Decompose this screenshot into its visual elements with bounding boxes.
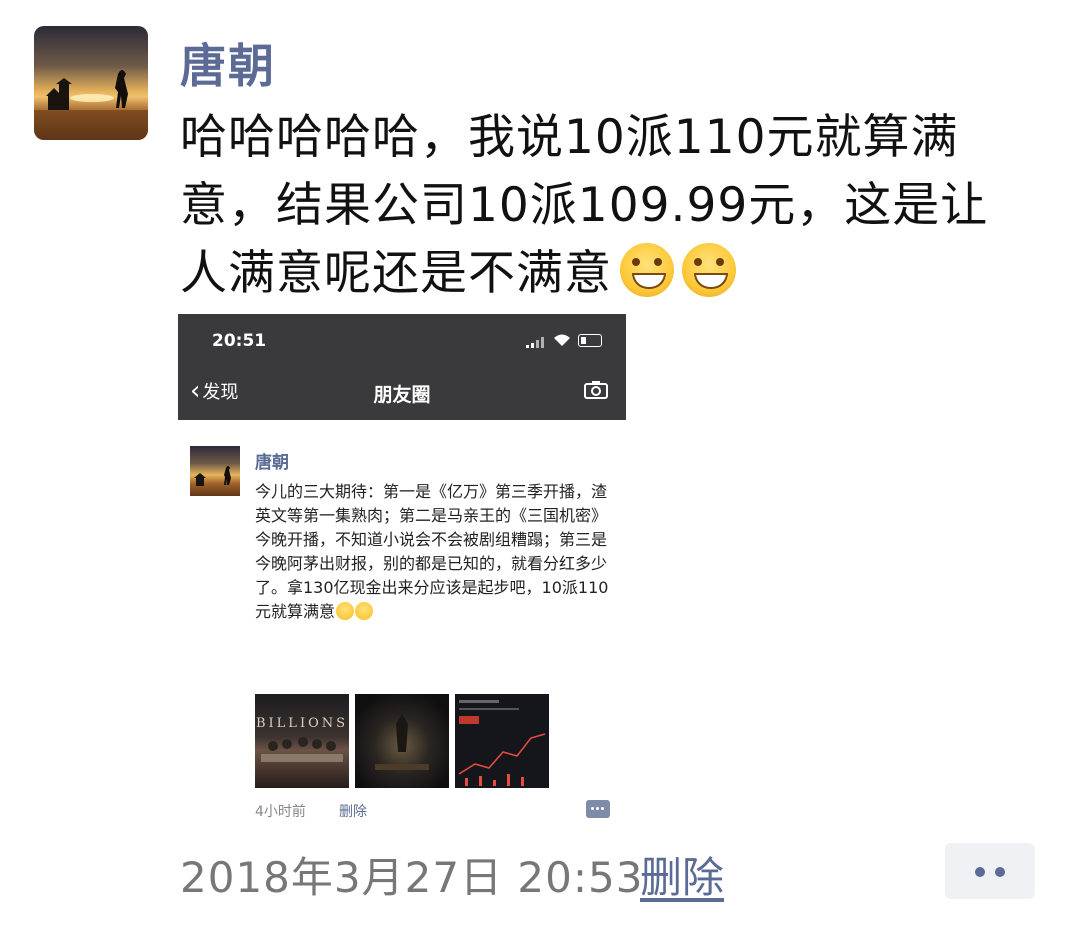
comment-icon[interactable]	[586, 800, 610, 818]
dot-icon	[995, 867, 1005, 877]
status-icons	[526, 333, 608, 349]
moment-image[interactable]: BILLIONS	[255, 694, 349, 788]
heart-eyes-face-icon	[355, 602, 374, 620]
avatar-silhouette-icon	[34, 70, 148, 140]
avatar-silhouette-icon	[194, 466, 231, 486]
grinning-face-icon	[620, 243, 674, 297]
grinning-face-icon	[682, 243, 736, 297]
image-art	[261, 737, 343, 762]
moment-image[interactable]	[455, 694, 549, 788]
signal-icon	[526, 336, 544, 348]
moment-text-body: 今儿的三大期待：第一是《亿万》第三季开播，渣英文等第一集熟肉；第二是马亲王的《三…	[255, 482, 609, 621]
moment-avatar[interactable]	[190, 446, 240, 496]
grinning-face-icon	[336, 602, 355, 620]
post-text-line: 哈哈哈哈哈，我说10派110元就算满	[180, 110, 959, 165]
battery-icon	[578, 334, 602, 347]
nav-title: 朋友圈	[373, 384, 431, 406]
embedded-screenshot[interactable]: 20:51 ‹ 发现 朋友圈 唐朝 今儿的三大期待：第一是《亿万》第三季开播，渣英…	[178, 314, 626, 824]
image-art	[458, 700, 546, 786]
moment-author[interactable]: 唐朝	[255, 448, 289, 473]
image-art	[375, 714, 429, 770]
post-text-line3: 人满意呢还是不满意	[180, 246, 612, 301]
more-actions-button[interactable]	[945, 843, 1035, 899]
moment-text: 今儿的三大期待：第一是《亿万》第三季开播，渣英文等第一集熟肉；第二是马亲王的《三…	[255, 480, 610, 624]
author-name[interactable]: 唐朝	[180, 30, 276, 96]
post-timestamp: 2018年3月27日 20:53	[180, 853, 644, 902]
status-clock: 20:51	[212, 331, 267, 351]
moment-timestamp: 4小时前	[255, 804, 306, 820]
dot-icon	[975, 867, 985, 877]
delete-link[interactable]: 删除	[640, 844, 724, 905]
post-text-line: 人满意呢还是不满意	[180, 240, 1040, 308]
wifi-icon	[554, 334, 570, 346]
moment-delete-link[interactable]: 删除	[339, 801, 367, 821]
moment-image[interactable]	[355, 694, 449, 788]
post-text: 哈哈哈哈哈，我说10派110元就算满 意，结果公司10派109.99元，这是让 …	[180, 104, 1040, 308]
author-avatar[interactable]	[34, 26, 148, 140]
screenshot-header: 20:51 ‹ 发现 朋友圈	[178, 314, 626, 420]
post-text-line: 意，结果公司10派109.99元，这是让	[180, 178, 989, 233]
camera-icon[interactable]	[584, 381, 608, 399]
